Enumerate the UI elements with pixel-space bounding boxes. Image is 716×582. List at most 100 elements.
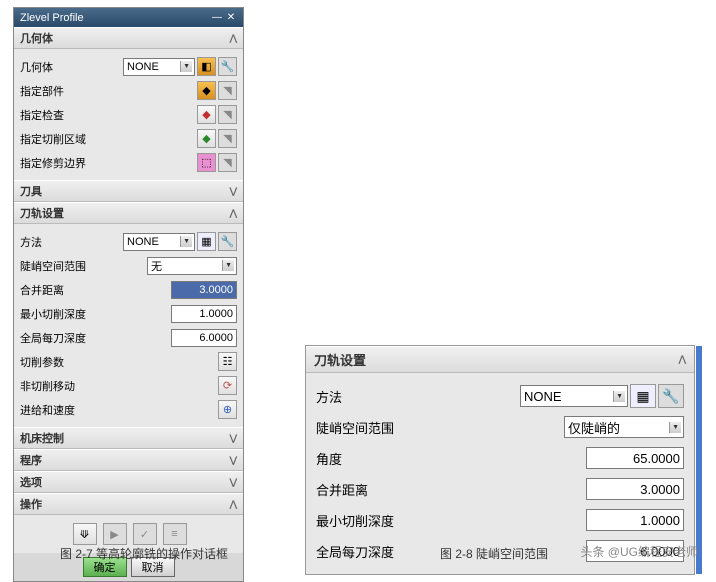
merge-row: 合并距离 3.0000: [20, 279, 237, 300]
section-label: 机床控制: [20, 430, 64, 446]
row-label: 指定修剪边界: [20, 155, 195, 171]
display-icon[interactable]: ◥: [218, 105, 237, 124]
wrench-icon[interactable]: 🔧: [658, 384, 684, 408]
section-label: 刀轨设置: [314, 350, 366, 369]
chevron-down-icon: ⋁: [230, 186, 237, 197]
noncut-row: 非切削移动 ⟳: [20, 375, 237, 396]
geometry-row: 几何体 NONE ◧ 🔧: [20, 56, 237, 77]
row-label: 角度: [316, 449, 586, 468]
feed-row: 进给和速度 ⊕: [20, 399, 237, 420]
noncut-moves-icon[interactable]: ⟳: [218, 376, 237, 395]
path-settings-panel: 刀轨设置 ⋀ 方法 NONE ▦ 🔧 陡峭空间范围 仅陡峭的 角度 65.000…: [305, 345, 695, 575]
row-label: 非切削移动: [20, 378, 216, 394]
row-label: 方法: [20, 234, 123, 250]
row-label: 进给和速度: [20, 402, 216, 418]
row-label: 最小切削深度: [20, 306, 171, 322]
method-row: 方法 NONE ▦ 🔧: [316, 382, 684, 410]
section-label: 刀轨设置: [20, 205, 64, 221]
global-depth-field[interactable]: 6.0000: [171, 329, 237, 347]
check-row: 指定检查 ◆ ◥: [20, 104, 237, 125]
check-icon[interactable]: ◆: [197, 105, 216, 124]
panel2-header[interactable]: 刀轨设置 ⋀: [306, 346, 694, 373]
row-label: 切削参数: [20, 354, 216, 370]
feed-speed-icon[interactable]: ⊕: [218, 400, 237, 419]
close-icon[interactable]: ✕: [225, 12, 237, 24]
section-label: 几何体: [20, 30, 53, 46]
chevron-down-icon: ⋁: [230, 433, 237, 444]
scrollbar-indicator[interactable]: [696, 346, 702, 574]
minimize-icon[interactable]: —: [211, 12, 223, 24]
wrench-icon[interactable]: 🔧: [218, 57, 237, 76]
row-label: 陡峭空间范围: [316, 418, 564, 437]
chevron-up-icon: ⋀: [679, 354, 686, 365]
verify-icon[interactable]: ✓: [133, 523, 157, 545]
zlevel-profile-dialog: Zlevel Profile — ✕ 几何体 ⋀ 几何体 NONE ◧ 🔧 指定…: [13, 7, 244, 582]
row-label: 合并距离: [316, 480, 586, 499]
method-dropdown[interactable]: NONE: [520, 385, 628, 407]
trim-boundary-icon[interactable]: ⬚: [197, 153, 216, 172]
replay-icon[interactable]: ▶: [103, 523, 127, 545]
section-label: 刀具: [20, 183, 42, 199]
section-op-header[interactable]: 操作 ⋀: [14, 493, 243, 515]
min-cut-depth-field[interactable]: 1.0000: [171, 305, 237, 323]
merge-row: 合并距离 3.0000: [316, 475, 684, 503]
cutparam-row: 切削参数 ☷: [20, 351, 237, 372]
display-icon[interactable]: ◥: [218, 129, 237, 148]
chevron-down-icon: ⋁: [230, 455, 237, 466]
row-label: 指定检查: [20, 107, 195, 123]
chevron-up-icon: ⋀: [230, 33, 237, 44]
method-dropdown[interactable]: NONE: [123, 233, 195, 251]
row-label: 方法: [316, 387, 520, 406]
method-row: 方法 NONE ▦ 🔧: [20, 231, 237, 252]
select-geometry-icon[interactable]: ◧: [197, 57, 216, 76]
section-machine-header[interactable]: 机床控制 ⋁: [14, 427, 243, 449]
min-cut-depth-field[interactable]: 1.0000: [586, 509, 684, 531]
cutarea-row: 指定切削区域 ◆ ◥: [20, 128, 237, 149]
section-tool-header[interactable]: 刀具 ⋁: [14, 180, 243, 202]
caption-right: 图 2-8 陡峭空间范围: [440, 545, 548, 562]
watermark-text: 头条 @UG编程安老师: [580, 543, 698, 560]
merge-distance-field[interactable]: 3.0000: [586, 478, 684, 500]
dialog-titlebar[interactable]: Zlevel Profile — ✕: [14, 8, 243, 27]
cut-area-icon[interactable]: ◆: [197, 129, 216, 148]
row-label: 指定部件: [20, 83, 195, 99]
row-label: 几何体: [20, 59, 123, 75]
section-label: 操作: [20, 496, 42, 512]
mindepth-row: 最小切削深度 1.0000: [316, 506, 684, 534]
section-option-header[interactable]: 选项 ⋁: [14, 471, 243, 493]
row-label: 陡峭空间范围: [20, 258, 147, 274]
mindepth-row: 最小切削深度 1.0000: [20, 303, 237, 324]
trim-row: 指定修剪边界 ⬚ ◥: [20, 152, 237, 173]
generate-icon[interactable]: ⟱: [73, 523, 97, 545]
angle-field[interactable]: 65.0000: [586, 447, 684, 469]
section-program-header[interactable]: 程序 ⋁: [14, 449, 243, 471]
angle-row: 角度 65.0000: [316, 444, 684, 472]
steep-dropdown[interactable]: 仅陡峭的: [564, 416, 684, 438]
method-edit-icon[interactable]: ▦: [197, 232, 216, 251]
section-label: 程序: [20, 452, 42, 468]
section-label: 选项: [20, 474, 42, 490]
part-row: 指定部件 ◆ ◥: [20, 80, 237, 101]
dialog-title: Zlevel Profile: [20, 12, 84, 24]
chevron-down-icon: ⋁: [230, 477, 237, 488]
display-icon[interactable]: ◥: [218, 81, 237, 100]
merge-distance-field[interactable]: 3.0000: [171, 281, 237, 299]
cut-params-icon[interactable]: ☷: [218, 352, 237, 371]
steep-row: 陡峭空间范围 无: [20, 255, 237, 276]
part-icon[interactable]: ◆: [197, 81, 216, 100]
section-geometry-header[interactable]: 几何体 ⋀: [14, 27, 243, 49]
steep-dropdown[interactable]: 无: [147, 257, 237, 275]
row-label: 合并距离: [20, 282, 171, 298]
display-icon[interactable]: ◥: [218, 153, 237, 172]
global-row: 全局每刀深度 6.0000: [20, 327, 237, 348]
row-label: 最小切削深度: [316, 511, 586, 530]
chevron-up-icon: ⋀: [230, 499, 237, 510]
steep-row: 陡峭空间范围 仅陡峭的: [316, 413, 684, 441]
method-edit-icon[interactable]: ▦: [630, 384, 656, 408]
section-path-header[interactable]: 刀轨设置 ⋀: [14, 202, 243, 224]
caption-left: 图 2-7 等高轮廓铣的操作对话框: [60, 545, 228, 562]
wrench-icon[interactable]: 🔧: [218, 232, 237, 251]
list-icon[interactable]: ≡: [163, 523, 187, 545]
chevron-up-icon: ⋀: [230, 208, 237, 219]
geometry-dropdown[interactable]: NONE: [123, 58, 195, 76]
